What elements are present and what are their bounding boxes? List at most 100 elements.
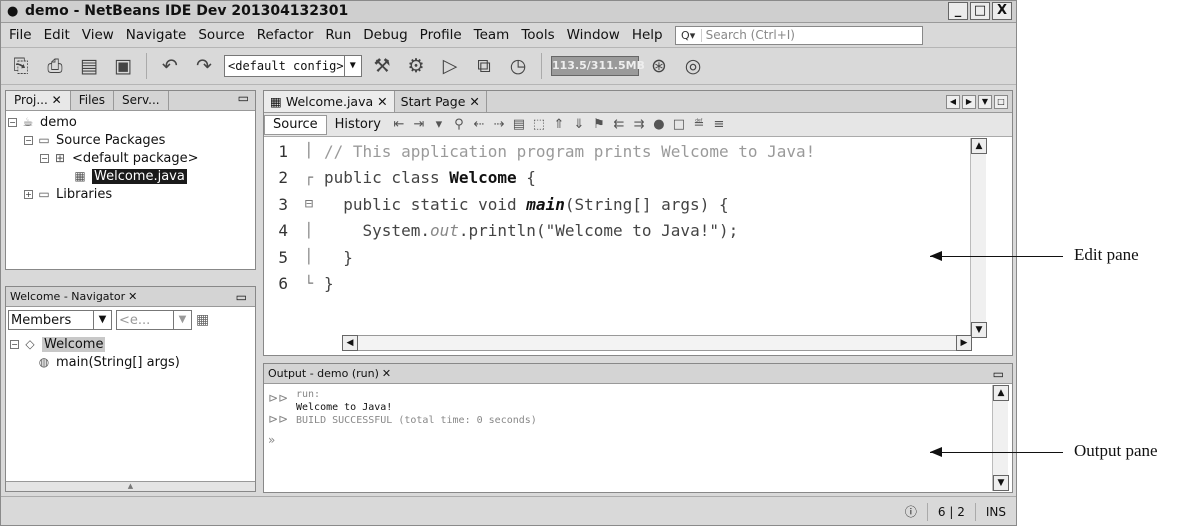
profiler-icon[interactable]: ◎ [679,52,707,80]
scroll-up-icon[interactable]: ▲ [971,138,987,154]
uncomment-icon[interactable]: ≡ [709,117,729,132]
minimize-button[interactable]: _ [948,2,968,20]
tree-node-default-package[interactable]: − ⊞ <default package> [6,149,255,167]
comment-icon[interactable]: ≝ [689,117,709,132]
menu-item-navigate[interactable]: Navigate [120,27,193,43]
toggle-rect-select-icon[interactable]: ⬚ [529,117,549,132]
find-icon[interactable]: ⚲ [449,117,469,132]
forward-icon[interactable]: ⇥ [409,117,429,132]
minimize-panel-icon[interactable]: ▭ [993,367,1012,381]
scroll-left-icon[interactable]: ◀ [946,94,960,109]
tree-node-demo[interactable]: − ☕ demo [6,113,255,131]
tab-list-icon[interactable]: ▼ [978,94,992,109]
profile-icon[interactable]: ◷ [504,52,532,80]
code-line[interactable]: 4 │ System.out.println("Welcome to Java!"… [264,218,972,245]
toggle-bookmark-icon[interactable]: ⚑ [589,117,609,132]
menu-item-profile[interactable]: Profile [414,27,468,43]
tab-files[interactable]: Files [71,91,115,110]
more-icon[interactable]: » [268,430,288,451]
code-line[interactable]: 1 │ // This application program prints Wel… [264,138,972,165]
close-icon[interactable]: ✕ [469,94,479,109]
close-icon[interactable]: ✕ [377,94,387,109]
menu-item-view[interactable]: View [76,27,120,43]
tab-services[interactable]: Serv... [114,91,169,110]
menu-item-team[interactable]: Team [468,27,516,43]
scroll-right-icon[interactable]: ▶ [956,335,972,351]
element-filter-select[interactable]: <e... ▼ [116,310,192,330]
minimize-panel-icon[interactable]: ▭ [236,290,255,304]
scroll-down-icon[interactable]: ▼ [971,322,987,338]
search-input[interactable]: Q▾ Search (Ctrl+I) [674,25,923,45]
stop-macro-icon[interactable]: □ [669,117,689,132]
minimize-panel-icon[interactable]: ▭ [232,91,255,110]
run-icon[interactable]: ▷ [436,52,464,80]
menu-item-refactor[interactable]: Refactor [251,27,320,43]
config-select[interactable]: <default config> ▼ [224,55,362,77]
shift-left-icon[interactable]: ⇇ [609,117,629,132]
output-vertical-scrollbar[interactable]: ▲ ▼ [992,385,1009,491]
undo-icon[interactable]: ↶ [156,52,184,80]
code-line[interactable]: 2 ┌ public class Welcome { [264,165,972,192]
scroll-up-icon[interactable]: ▲ [993,385,1009,401]
rerun-config-icon[interactable]: ⊳⊳ [268,409,288,430]
tree-node-welcome-java[interactable]: ▦ Welcome.java [6,167,255,185]
scroll-right-icon[interactable]: ▶ [962,94,976,109]
scroll-down-icon[interactable]: ▼ [993,475,1009,491]
source-mode-button[interactable]: Source [264,114,327,135]
tree-node-libraries[interactable]: + ▭ Libraries [6,185,255,203]
last-edit-icon[interactable]: ▾ [429,117,449,132]
history-mode-button[interactable]: History [327,117,389,132]
expand-icon[interactable]: + [24,189,33,199]
nav-node-method[interactable]: ◍ main(String[] args) [6,353,255,371]
code-line[interactable]: 5 │ } [264,244,972,271]
vertical-scrollbar[interactable]: ▲ ▼ [970,138,987,338]
code-line[interactable]: 6 └} [264,271,972,298]
toggle-highlight-icon[interactable]: ▤ [509,117,529,132]
nav-node-class[interactable]: − ◇ Welcome [6,335,255,353]
members-filter-select[interactable]: Members ▼ [8,310,112,330]
menu-item-source[interactable]: Source [192,27,250,43]
menu-item-file[interactable]: File [3,27,38,43]
menu-item-tools[interactable]: Tools [515,27,560,43]
tree-node-source-packages[interactable]: − ▭ Source Packages [6,131,255,149]
collapse-icon[interactable]: − [40,153,49,163]
code-area[interactable]: 1 │ // This application program prints Wel… [264,138,972,338]
memory-indicator[interactable]: 113.5/311.5MB [551,56,645,76]
gc-icon[interactable]: ⊛ [645,52,673,80]
new-file-icon[interactable]: ⎘ [7,52,35,80]
scroll-left-icon[interactable]: ◀ [342,335,358,351]
tab-projects[interactable]: Proj... ✕ [6,91,71,110]
tab-start-page[interactable]: Start Page ✕ [395,91,487,112]
new-project-icon[interactable]: ⎙ [41,52,69,80]
maximize-icon[interactable]: □ [994,94,1008,109]
find-prev-icon[interactable]: ⇠ [469,117,489,132]
close-button[interactable]: X [992,2,1012,20]
prev-bookmark-icon[interactable]: ⇑ [549,117,569,132]
clean-build-icon[interactable]: ⚙ [402,52,430,80]
redo-icon[interactable]: ↷ [190,52,218,80]
tab-welcome-java[interactable]: ▦ Welcome.java ✕ [264,91,395,112]
collapse-icon[interactable]: − [8,117,17,127]
maximize-button[interactable]: □ [970,2,990,20]
shift-right-icon[interactable]: ⇉ [629,117,649,132]
back-icon[interactable]: ⇤ [389,117,409,132]
code-line[interactable]: 3 ⊟ public static void main(String[] args… [264,191,972,218]
next-bookmark-icon[interactable]: ⇓ [569,117,589,132]
find-next-icon[interactable]: ⇢ [489,117,509,132]
menu-item-debug[interactable]: Debug [357,27,413,43]
menu-item-run[interactable]: Run [319,27,357,43]
collapse-icon[interactable]: − [10,339,19,349]
menu-item-help[interactable]: Help [626,27,669,43]
open-project-icon[interactable]: ▤ [75,52,103,80]
menu-item-window[interactable]: Window [561,27,626,43]
close-icon[interactable]: ✕ [382,367,391,380]
rerun-icon[interactable]: ⊳⊳ [268,388,288,409]
horizontal-scrollbar[interactable]: ◀ ▶ [342,335,972,351]
collapse-icon[interactable]: − [24,135,33,145]
resize-handle[interactable]: ▲ [6,481,255,491]
sort-icon[interactable]: ▦ [196,312,209,328]
notification-icon[interactable]: ⓘ [895,503,927,521]
build-hammer-icon[interactable]: ⚒ [368,52,396,80]
start-macro-icon[interactable]: ● [649,117,669,132]
close-icon[interactable]: ✕ [128,290,137,303]
